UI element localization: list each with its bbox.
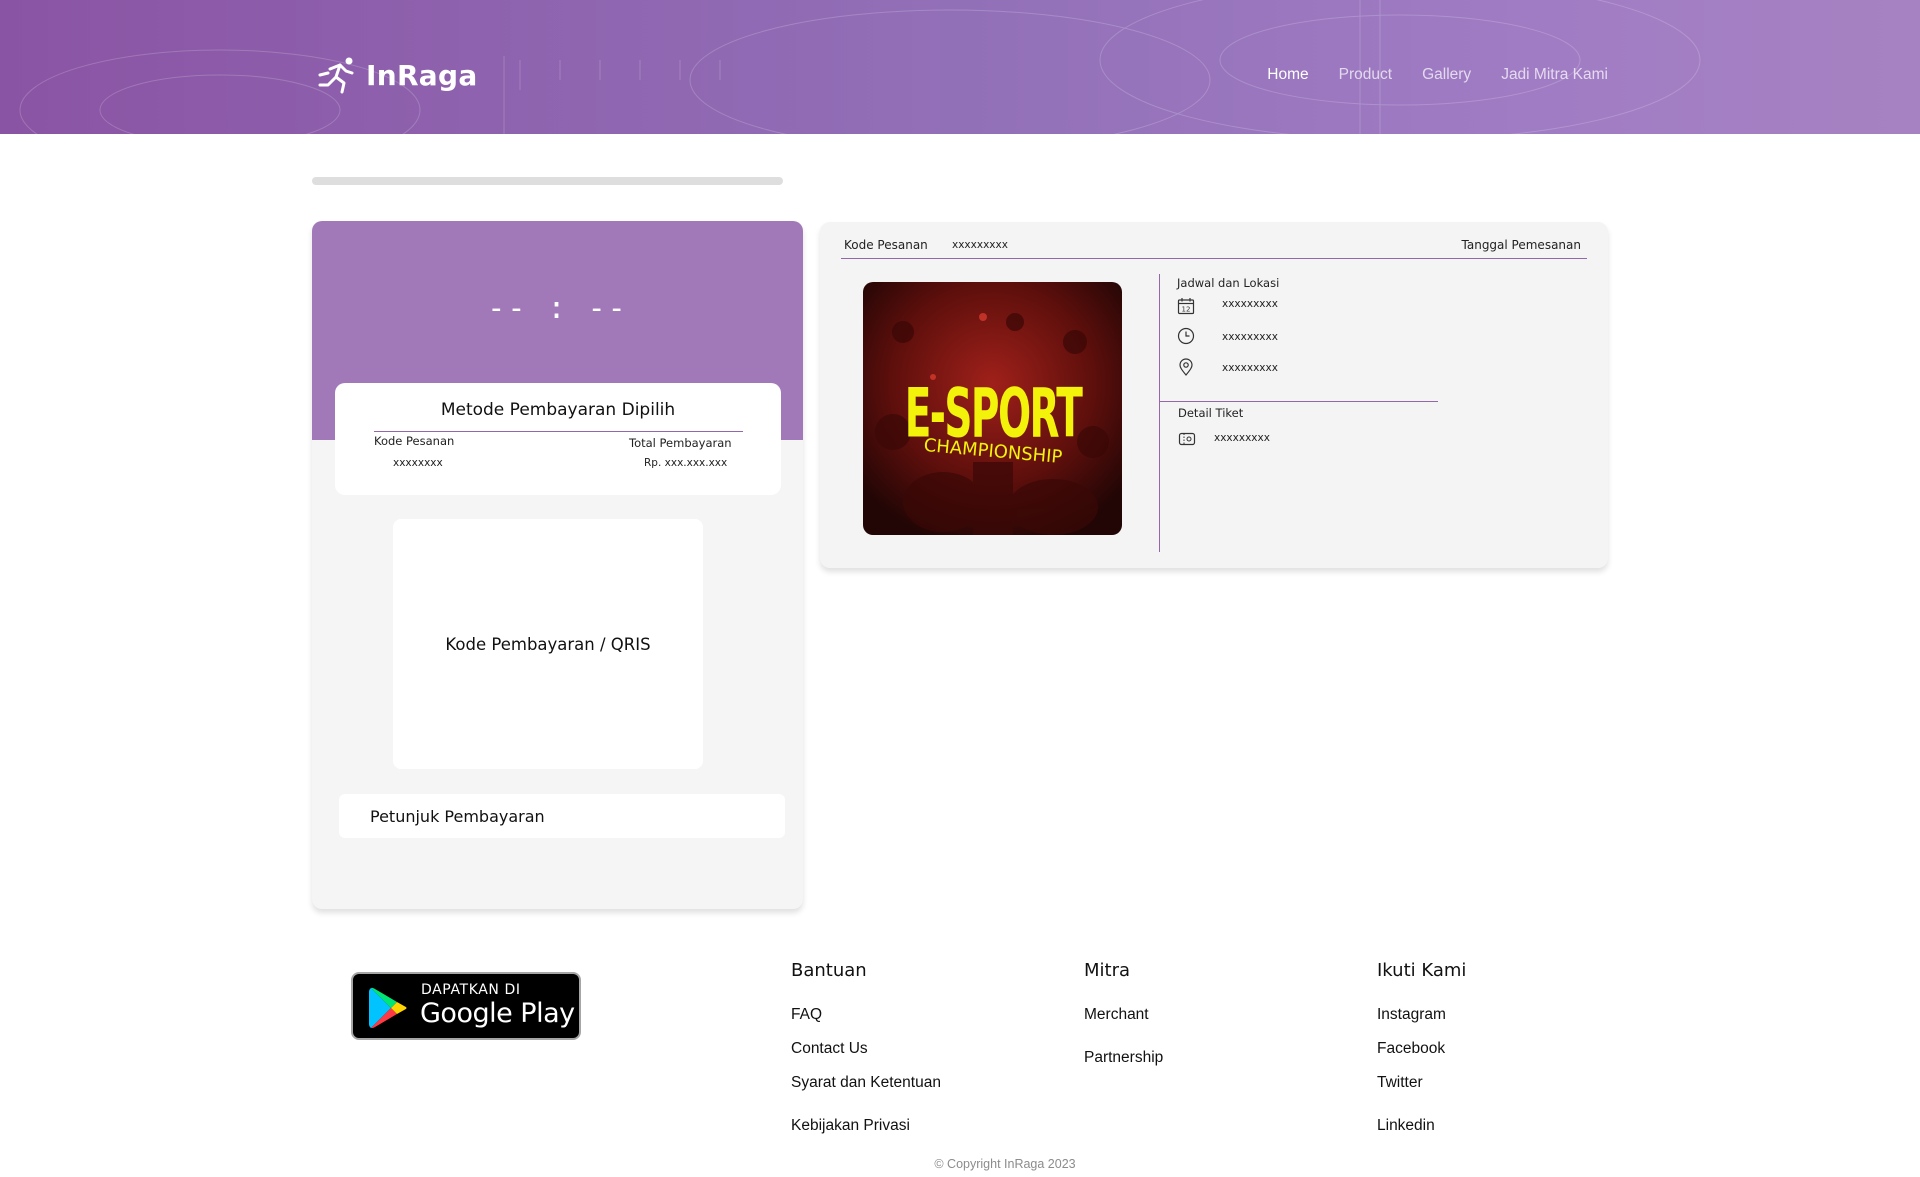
payment-method-title: Metode Pembayaran Dipilih	[440, 400, 676, 420]
main-nav: Home Product Gallery Jadi Mitra Kami	[1267, 66, 1608, 84]
footer-link-linkedin[interactable]: Linkedin	[1377, 1117, 1435, 1135]
clock-icon	[1177, 327, 1195, 345]
footer-col-bantuan: Bantuan FAQ Contact Us Syarat dan Ketent…	[791, 960, 941, 1134]
event-poster-image: E-SPORT CHAMPIONSHIP	[863, 282, 1122, 535]
footer-col-ikuti: Ikuti Kami Instagram Facebook Twitter Li…	[1377, 960, 1467, 1134]
google-play-big-text: Google Play	[420, 998, 575, 1029]
copyright-text: © Copyright InRaga 2023	[934, 1157, 1076, 1171]
footer-link-contact-us[interactable]: Contact Us	[791, 1040, 868, 1058]
event-location-value: xxxxxxxxx	[1222, 362, 1278, 374]
calendar-icon: 12	[1177, 298, 1195, 315]
header-pattern	[19, 0, 1701, 134]
order-detail-card: Kode Pesanan xxxxxxxxx Tanggal Pemesanan…	[820, 222, 1608, 568]
nav-home[interactable]: Home	[1267, 66, 1308, 84]
qris-label: Kode Pembayaran / QRIS	[445, 634, 651, 654]
calendar-day: 12	[1182, 306, 1191, 314]
loading-placeholder-bar	[312, 177, 783, 185]
qris-code-area[interactable]: Kode Pembayaran / QRIS	[393, 519, 703, 769]
runner-icon	[318, 57, 354, 94]
order-code-value: xxxxxxxxx	[952, 239, 1008, 251]
countdown-timer: -- : --	[487, 291, 628, 326]
payment-guide-accordion[interactable]: Petunjuk Pembayaran	[339, 794, 785, 838]
order-code-label: Kode Pesanan	[374, 434, 455, 448]
footer-heading-ikuti: Ikuti Kami	[1377, 960, 1467, 981]
divider	[1159, 401, 1438, 402]
divider	[841, 258, 1587, 259]
divider	[374, 431, 743, 432]
top-header: InRaga Home Product Gallery Jadi Mitra K…	[0, 0, 1920, 134]
google-play-badge[interactable]: DAPATKAN DI Google Play	[351, 972, 581, 1040]
payment-card: -- : -- Metode Pembayaran Dipilih Kode P…	[312, 221, 803, 909]
google-play-small-text: DAPATKAN DI	[421, 982, 521, 998]
google-play-icon	[369, 987, 407, 1029]
total-payment-label: Total Pembayaran	[629, 436, 732, 450]
brand-name: InRaga	[366, 58, 478, 92]
footer-link-partnership[interactable]: Partnership	[1084, 1049, 1163, 1067]
footer-heading-mitra: Mitra	[1084, 960, 1131, 981]
footer-link-merchant[interactable]: Merchant	[1084, 1006, 1149, 1024]
footer-col-mitra: Mitra Merchant Partnership	[1084, 960, 1163, 1066]
event-time-value: xxxxxxxxx	[1222, 331, 1278, 343]
total-payment-value: Rp. xxx.xxx.xxx	[644, 457, 728, 469]
payment-method-box: Metode Pembayaran Dipilih Kode Pesanan x…	[335, 383, 781, 495]
footer-link-kebijakan[interactable]: Kebijakan Privasi	[791, 1117, 910, 1135]
nav-jadi-mitra[interactable]: Jadi Mitra Kami	[1501, 66, 1608, 84]
footer-link-faq[interactable]: FAQ	[791, 1006, 822, 1024]
brand-logo[interactable]: InRaga	[316, 55, 478, 95]
footer-link-instagram[interactable]: Instagram	[1377, 1006, 1446, 1024]
event-date-value: xxxxxxxxx	[1222, 298, 1278, 310]
schedule-location-title: Jadwal dan Lokasi	[1177, 276, 1280, 290]
footer-link-syarat[interactable]: Syarat dan Ketentuan	[791, 1074, 941, 1092]
location-pin-icon	[1179, 358, 1193, 376]
ticket-icon	[1178, 432, 1196, 446]
order-code-value: xxxxxxxx	[393, 457, 443, 469]
footer-link-twitter[interactable]: Twitter	[1377, 1074, 1423, 1092]
order-code-label: Kode Pesanan	[844, 238, 928, 252]
ticket-detail-title: Detail Tiket	[1178, 406, 1244, 420]
footer-link-facebook[interactable]: Facebook	[1377, 1040, 1445, 1058]
vertical-divider	[1159, 274, 1160, 552]
order-date-label: Tanggal Pemesanan	[1461, 238, 1581, 252]
payment-guide-label: Petunjuk Pembayaran	[370, 807, 545, 826]
nav-gallery[interactable]: Gallery	[1422, 66, 1471, 84]
nav-product[interactable]: Product	[1339, 66, 1392, 84]
esport-poster: E-SPORT CHAMPIONSHIP	[863, 282, 1122, 535]
ticket-detail-value: xxxxxxxxx	[1214, 432, 1270, 444]
footer-heading-bantuan: Bantuan	[791, 960, 867, 981]
